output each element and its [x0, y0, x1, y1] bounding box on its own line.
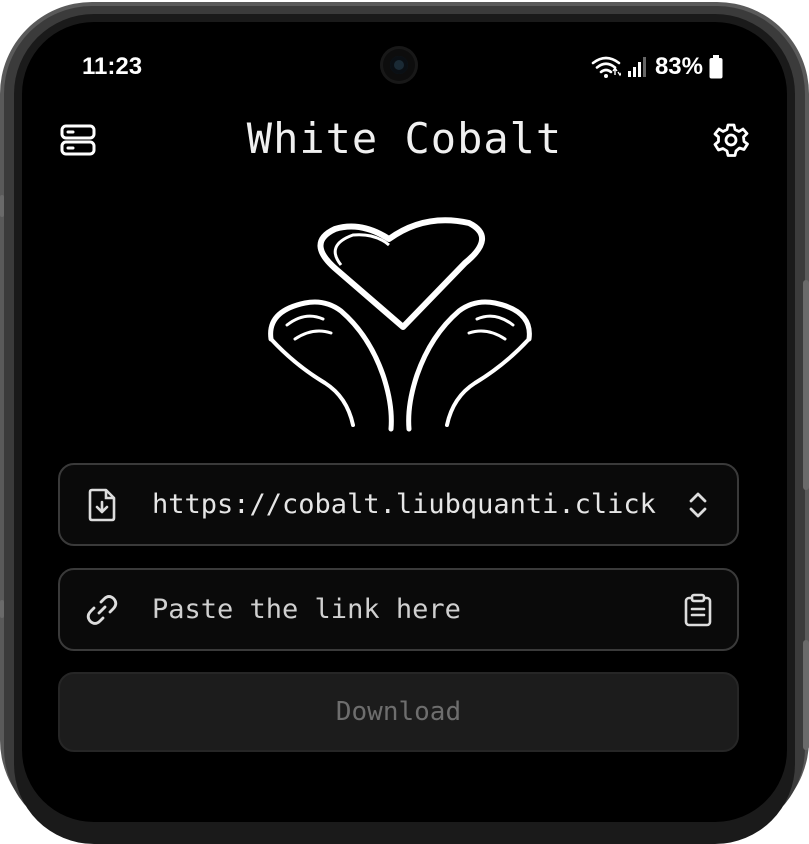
status-bar: 11:23 83% [22, 22, 787, 112]
app-screen: 11:23 83% White Cobalt https://cobalt.li… [22, 22, 787, 822]
front-camera [380, 46, 418, 84]
app-header: White Cobalt [22, 110, 787, 168]
instance-selector[interactable]: https://cobalt.liubquanti.click [58, 463, 739, 546]
file-download-icon [84, 487, 120, 523]
gear-icon [713, 123, 749, 157]
link-input-field[interactable]: Paste the link here [58, 568, 739, 651]
status-time: 11:23 [82, 53, 143, 80]
download-button[interactable]: Download [58, 672, 739, 752]
side-notch-bottom [0, 600, 4, 618]
status-icons: 83% [591, 53, 723, 81]
heart-hands-logo [265, 215, 535, 435]
battery-percentage: 83% [654, 53, 703, 80]
battery-icon [709, 55, 723, 79]
chevron-up-down-icon [681, 487, 715, 523]
clipboard-icon [684, 593, 712, 627]
power-button [803, 640, 809, 750]
side-notch-top [0, 195, 4, 217]
settings-button[interactable] [711, 120, 751, 160]
camera-lens [390, 56, 408, 74]
phone-frame: 11:23 83% White Cobalt https://cobalt.li… [0, 0, 809, 844]
link-input-placeholder: Paste the link here [152, 594, 461, 625]
wifi-icon [591, 56, 621, 78]
logo-image [268, 217, 532, 432]
signal-icon [627, 57, 646, 77]
paste-button[interactable] [681, 592, 715, 628]
instance-url: https://cobalt.liubquanti.click [152, 489, 656, 520]
page-title: White Cobalt [246, 114, 563, 163]
volume-button [803, 280, 809, 490]
link-icon [84, 592, 120, 628]
